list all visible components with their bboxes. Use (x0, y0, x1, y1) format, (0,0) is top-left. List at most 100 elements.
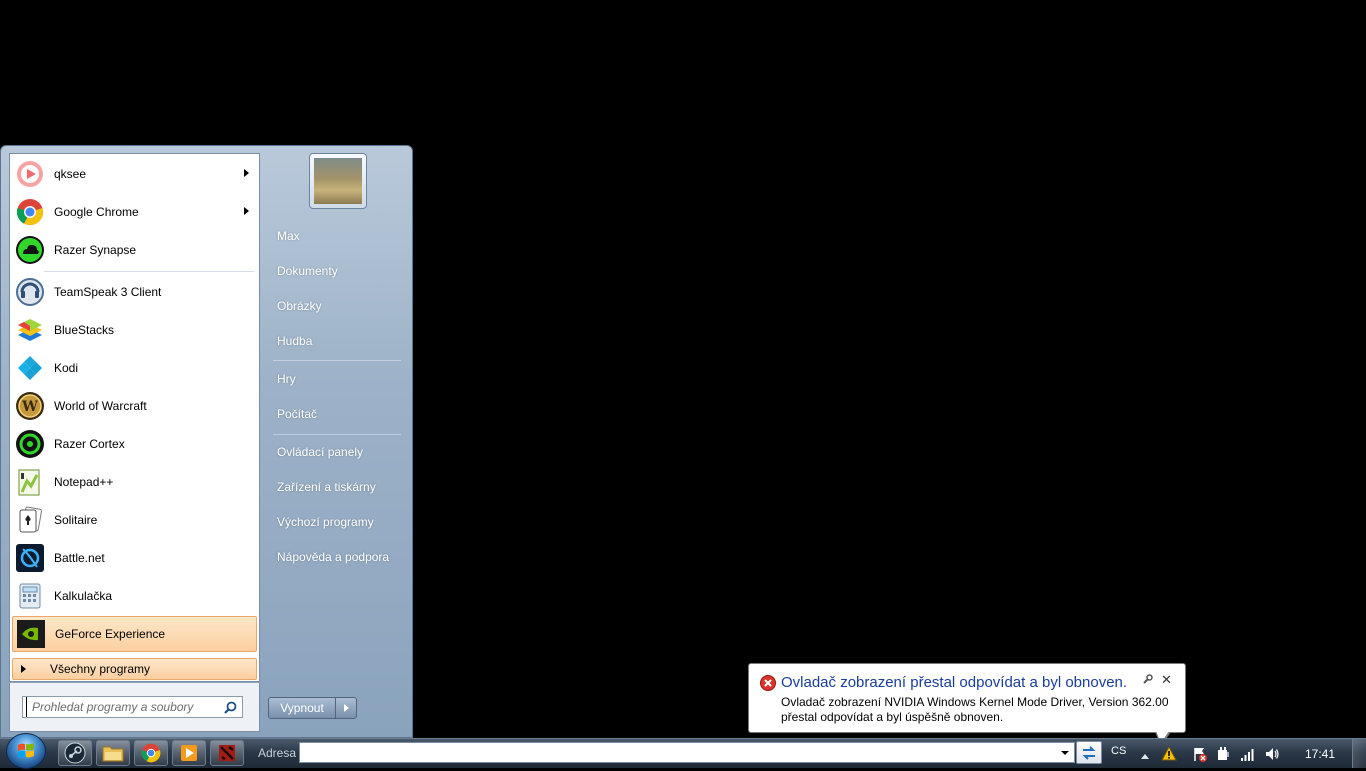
svg-text:W: W (21, 399, 38, 415)
chrome-icon (14, 196, 46, 228)
qksee-icon (14, 158, 46, 190)
program-razer-synapse[interactable]: Razer Synapse (12, 232, 257, 268)
link-control-panel[interactable]: Ovládací panely (277, 445, 363, 459)
wow-icon: W (14, 390, 46, 422)
error-icon (760, 675, 776, 694)
program-label: qksee (54, 167, 87, 181)
program-bluestacks[interactable]: BlueStacks (12, 312, 257, 348)
program-kodi[interactable]: Kodi (12, 350, 257, 386)
geforce-icon (15, 618, 47, 650)
taskbar-media-player[interactable] (172, 740, 206, 766)
address-go-button[interactable] (1076, 741, 1102, 764)
link-default-programs[interactable]: Výchozí programy (277, 515, 374, 529)
address-bar[interactable] (299, 742, 1075, 763)
program-razer-cortex[interactable]: Razer Cortex (12, 426, 257, 462)
program-label: Kalkulačka (54, 589, 113, 603)
program-notepadpp[interactable]: Notepad++ (12, 464, 257, 500)
program-calculator[interactable]: Kalkulačka (12, 578, 257, 614)
submenu-arrow-icon[interactable] (244, 169, 249, 177)
program-teamspeak[interactable]: TeamSpeak 3 Client (12, 274, 257, 310)
start-button[interactable] (6, 733, 46, 769)
link-music[interactable]: Hudba (277, 334, 312, 348)
dropdown-arrow-icon[interactable] (1061, 751, 1069, 755)
steam-icon (64, 742, 86, 764)
link-user[interactable]: Max (277, 229, 300, 243)
submenu-arrow-icon[interactable] (244, 207, 249, 215)
right-separator (273, 360, 401, 361)
program-label: Battle.net (54, 551, 105, 565)
link-games[interactable]: Hry (277, 372, 296, 386)
warning-icon[interactable] (1161, 745, 1177, 764)
program-battlenet[interactable]: Battle.net (12, 540, 257, 576)
avatar-picture (314, 158, 362, 204)
program-label: Kodi (54, 361, 79, 375)
link-devices-printers[interactable]: Zařízení a tiskárny (277, 480, 376, 494)
shutdown-button[interactable]: Vypnout (269, 698, 336, 718)
power-plug-icon[interactable] (1215, 746, 1231, 765)
options-wrench-icon[interactable] (1142, 674, 1153, 688)
dota-icon (219, 745, 235, 761)
search-input[interactable] (26, 697, 224, 717)
taskbar-explorer[interactable] (96, 740, 130, 766)
address-input[interactable] (300, 743, 1056, 762)
link-pictures[interactable]: Obrázky (277, 299, 322, 313)
all-programs-label: Všechny programy (50, 662, 151, 676)
program-geforce-experience[interactable]: GeForce Experience (12, 616, 257, 652)
razer-synapse-icon (14, 234, 46, 266)
search-icon[interactable] (224, 701, 237, 717)
program-label: Notepad++ (54, 475, 114, 489)
volume-icon[interactable] (1264, 746, 1280, 765)
teamspeak-icon (14, 276, 46, 308)
expand-arrow-icon (21, 665, 26, 673)
razer-cortex-icon (14, 428, 46, 460)
pinned-separator (44, 271, 254, 272)
notification-balloon[interactable]: Ovladač zobrazení přestal odpovídat a by… (748, 663, 1186, 733)
kodi-icon (14, 352, 46, 384)
refresh-arrows-icon (1082, 745, 1096, 760)
address-label: Adresa (258, 746, 297, 760)
taskbar-steam[interactable] (58, 740, 92, 766)
windows-logo-icon (18, 743, 34, 758)
link-help-support[interactable]: Nápověda a podpora (277, 550, 389, 564)
network-signal-icon[interactable] (1240, 746, 1256, 765)
chrome-icon (141, 743, 161, 763)
program-label: Razer Synapse (54, 243, 137, 257)
program-qksee[interactable]: qksee (12, 156, 257, 192)
clock[interactable]: 17:41 (1305, 747, 1335, 761)
folder-icon (102, 746, 124, 762)
taskbar-chrome[interactable] (134, 740, 168, 766)
notification-line: Ovladač zobrazení NVIDIA Windows Kernel … (781, 695, 1169, 709)
program-label: Google Chrome (54, 205, 139, 219)
solitaire-icon (14, 504, 46, 536)
program-label: BlueStacks (54, 323, 115, 337)
show-desktop-button[interactable] (1352, 739, 1366, 768)
battlenet-icon (14, 542, 46, 574)
search-box[interactable] (22, 696, 243, 718)
calculator-icon (14, 580, 46, 612)
program-solitaire[interactable]: Solitaire (12, 502, 257, 538)
show-hidden-icons-icon[interactable] (1140, 749, 1150, 763)
shutdown-button-group: Vypnout (268, 697, 357, 719)
program-world-of-warcraft[interactable]: W World of Warcraft (12, 388, 257, 424)
program-label: GeForce Experience (55, 627, 166, 641)
program-label: World of Warcraft (54, 399, 147, 413)
close-icon[interactable]: ✕ (1161, 673, 1172, 686)
taskbar-dota[interactable] (210, 740, 244, 766)
program-label: Solitaire (54, 513, 98, 527)
program-google-chrome[interactable]: Google Chrome (12, 194, 257, 230)
notification-body: Ovladač zobrazení NVIDIA Windows Kernel … (781, 695, 1176, 725)
notification-title: Ovladač zobrazení přestal odpovídat a by… (781, 674, 1128, 691)
all-programs-button[interactable]: Všechny programy (12, 658, 257, 680)
link-computer[interactable]: Počítač (277, 407, 317, 421)
action-center-flag-icon[interactable] (1192, 746, 1208, 765)
shutdown-options-button[interactable] (336, 698, 356, 718)
link-documents[interactable]: Dokumenty (277, 264, 338, 278)
program-label: Razer Cortex (54, 437, 125, 451)
program-label: TeamSpeak 3 Client (54, 285, 162, 299)
user-avatar[interactable] (309, 153, 367, 209)
notepadpp-icon (14, 466, 46, 498)
bluestacks-icon (14, 314, 46, 346)
notification-line: přestal odpovídat a byl úspěšně obnoven. (781, 710, 1004, 724)
arrow-right-icon (343, 704, 349, 712)
language-indicator[interactable]: CS (1111, 745, 1126, 757)
